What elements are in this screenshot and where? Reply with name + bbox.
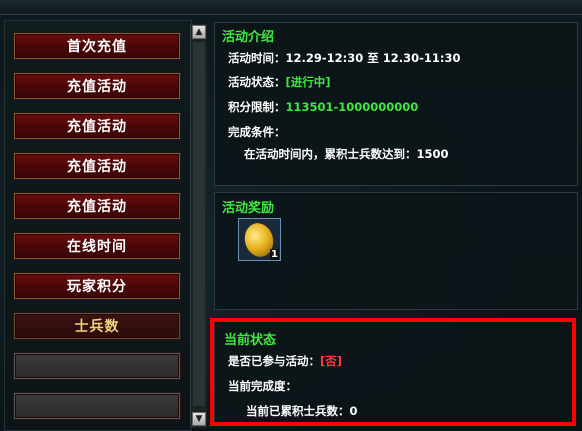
menu-item-recharge-3[interactable]: 充值活动: [14, 153, 180, 179]
activity-status-value: [进行中]: [285, 75, 331, 89]
points-limit-label: 积分限制：: [228, 100, 286, 114]
menu-item-recharge-1[interactable]: 充值活动: [14, 73, 180, 99]
activity-status-label: 活动状态：: [228, 75, 286, 89]
menu-item-player-points[interactable]: 玩家积分: [14, 273, 180, 299]
menu-item-recharge-2[interactable]: 充值活动: [14, 113, 180, 139]
completion-condition-label: 完成条件：: [228, 125, 286, 139]
menu-item-first-recharge[interactable]: 首次充值: [14, 33, 180, 59]
activity-time-label: 活动时间：: [228, 51, 286, 65]
reward-item-count: 1: [270, 249, 279, 260]
menu-item-empty-2[interactable]: [14, 393, 180, 419]
highlight-box: [210, 318, 576, 426]
completion-condition-text: 在活动时间内，累积士兵数达到：1500: [244, 147, 449, 161]
scroll-track[interactable]: [193, 42, 205, 406]
points-limit-value: 113501-1000000000: [285, 100, 419, 114]
activity-time: 活动时间：12.29-12:30 至 12.30-11:30: [228, 50, 461, 66]
reward-title: 活动奖励: [222, 201, 275, 216]
menu-item-soldiers[interactable]: 士兵数: [14, 313, 180, 339]
activity-status: 活动状态：[进行中]: [228, 74, 331, 90]
scroll-up-icon[interactable]: ▲: [192, 25, 206, 39]
activity-menu-panel: 首次充值 充值活动 充值活动 充值活动 充值活动 在线时间 玩家积分 士兵数: [4, 20, 192, 431]
points-limit: 积分限制：113501-1000000000: [228, 99, 418, 115]
menu-scrollbar[interactable]: ▲ ▼: [190, 24, 207, 428]
menu-item-empty-1[interactable]: [14, 353, 180, 379]
activity-time-value: 12.29-12:30 至 12.30-11:30: [285, 51, 461, 65]
menu-item-recharge-4[interactable]: 充值活动: [14, 193, 180, 219]
top-bar: [0, 0, 582, 15]
menu-item-online-time[interactable]: 在线时间: [14, 233, 180, 259]
reward-item-slot[interactable]: 1: [238, 218, 281, 261]
intro-title: 活动介绍: [222, 30, 275, 45]
scroll-down-icon[interactable]: ▼: [192, 412, 206, 426]
